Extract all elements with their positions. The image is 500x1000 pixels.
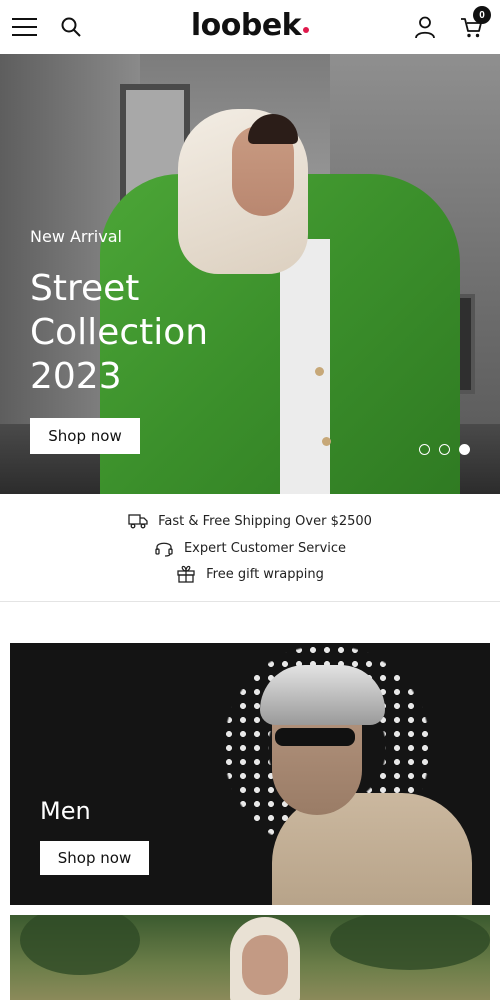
features-list: Fast & Free Shipping Over $2500 Expert C…	[0, 494, 500, 602]
foliage-shape	[20, 915, 140, 975]
slider-dot-1[interactable]	[419, 444, 430, 455]
feature-text: Fast & Free Shipping Over $2500	[158, 513, 372, 529]
jacket-button-mark	[315, 367, 324, 376]
foliage-shape	[330, 915, 490, 970]
model-man-sunglasses	[275, 728, 355, 746]
cart-button[interactable]: 0	[456, 6, 491, 42]
hero-kicker: New Arrival	[30, 227, 122, 246]
jacket-button-mark	[322, 437, 331, 446]
gift-icon	[177, 565, 195, 583]
model-woman-face	[242, 935, 288, 995]
cart-count-badge: 0	[473, 6, 491, 24]
hero-shop-now-button[interactable]: Shop now	[30, 418, 140, 454]
feature-text: Expert Customer Service	[183, 540, 347, 556]
category-card-men[interactable]: Men Shop now	[10, 643, 490, 905]
slider-dots	[419, 444, 470, 455]
user-icon	[415, 16, 435, 39]
slider-dot-3[interactable]	[459, 444, 470, 455]
headset-icon	[155, 542, 173, 557]
logo-dot-mark	[303, 27, 310, 33]
feature-text: Free gift wrapping	[206, 566, 324, 582]
site-header: loobek 0	[0, 0, 500, 54]
account-button[interactable]	[410, 12, 440, 42]
logo-text: loobek	[190, 8, 302, 43]
category-title: Men	[40, 797, 91, 825]
category-card-women[interactable]	[10, 915, 490, 1000]
hero-title: Street Collection 2023	[30, 268, 209, 397]
truck-icon	[128, 514, 148, 529]
slider-dot-2[interactable]	[439, 444, 450, 455]
hero-banner[interactable]: New Arrival Street Collection 2023 Shop …	[0, 54, 500, 494]
model-man-hair	[260, 665, 385, 725]
feature-shipping: Fast & Free Shipping Over $2500	[0, 513, 500, 529]
men-shop-now-button[interactable]: Shop now	[40, 841, 149, 875]
feature-gift: Free gift wrapping	[0, 565, 500, 583]
feature-service: Expert Customer Service	[0, 539, 500, 557]
